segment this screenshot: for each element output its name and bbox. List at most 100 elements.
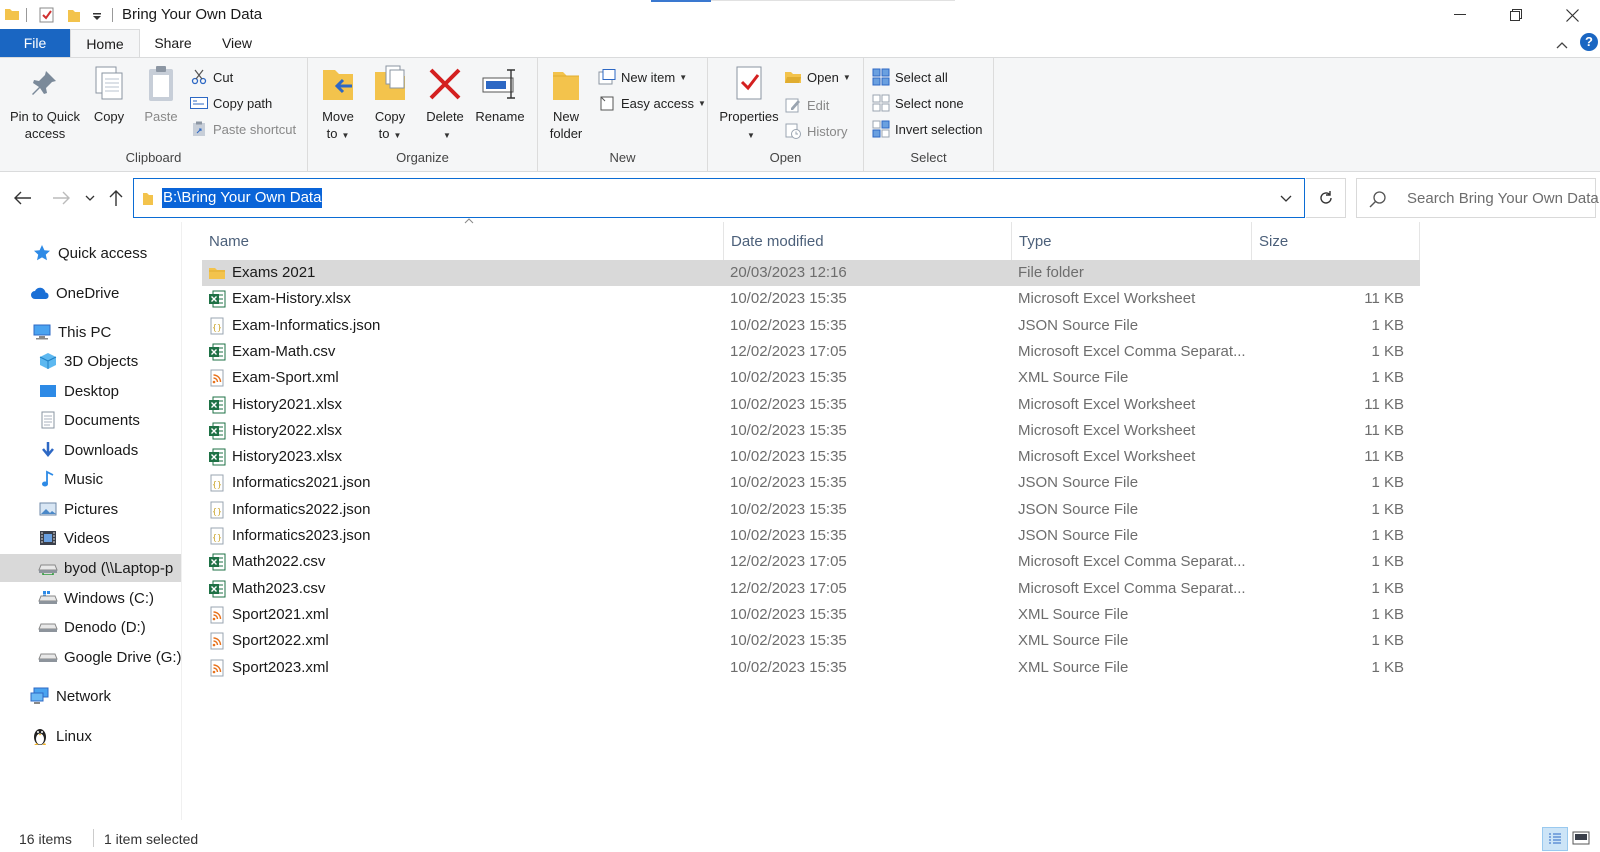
tab-view[interactable]: View [205,29,269,58]
nav-item-onedrive[interactable]: OneDrive [0,279,181,307]
nav-item-this-pc[interactable]: This PC [0,318,181,346]
table-row[interactable]: {} Exam-Informatics.json 10/02/2023 15:35 J… [202,313,1420,339]
recent-locations-button[interactable] [82,184,98,212]
column-header-date[interactable]: Date modified [724,222,1012,262]
table-row[interactable]: {} Informatics2021.json 10/02/2023 15:35 JS… [202,470,1420,496]
tab-home[interactable]: Home [70,29,140,58]
nav-item-quick-access[interactable]: Quick access [0,239,181,267]
column-header-size[interactable]: Size [1252,222,1420,262]
table-row[interactable]: Math2022.csv 12/02/2023 17:05 Microsoft Ex… [202,549,1420,575]
excel-icon [208,422,226,440]
select-all-button[interactable]: Select all [872,66,948,88]
minimize-button[interactable] [1432,0,1488,30]
details-view-button[interactable] [1542,827,1568,851]
rename-button[interactable]: Rename [472,62,528,125]
up-button[interactable] [104,184,128,212]
table-row[interactable]: Exams 2021 20/03/2023 12:16 File folder [202,260,1420,286]
search-input[interactable]: Search Bring Your Own Data [1356,178,1599,218]
caret-down-icon: ▼ [393,131,402,140]
nav-item-documents[interactable]: Documents [0,406,181,434]
properties-quick-icon[interactable] [38,6,56,24]
table-row[interactable]: Sport2021.xml 10/02/2023 15:35 XML Source … [202,602,1420,628]
refresh-button[interactable] [1306,178,1346,218]
copy-button[interactable]: Copy [88,62,130,125]
nav-item-label: Videos [64,529,110,547]
file-type: JSON Source File [1018,474,1139,492]
copy-to-button[interactable]: Copy to ▼ [368,62,412,144]
nav-item-network[interactable]: Network [0,682,181,710]
file-name: Exam-Sport.xml [232,369,339,387]
forward-button[interactable] [48,184,74,212]
cut-button[interactable]: Cut [190,66,233,88]
paste-shortcut-button[interactable]: Paste shortcut [190,118,296,140]
star-icon [32,244,52,262]
tab-file[interactable]: File [0,29,70,58]
delete-button[interactable]: Delete ▼ [422,62,468,144]
column-header-type[interactable]: Type [1012,222,1252,262]
invert-selection-button[interactable]: Invert selection [872,118,982,140]
nav-item-linux[interactable]: Linux [0,722,181,750]
navigation-pane: Quick access OneDrive This PC 3D Objects… [0,222,182,820]
large-icons-view-button[interactable] [1572,831,1590,848]
table-row[interactable]: {} Informatics2023.json 10/02/2023 15:35 JS… [202,523,1420,549]
file-date: 10/02/2023 15:35 [730,369,847,387]
file-type: JSON Source File [1018,527,1139,544]
history-button[interactable]: History [784,120,847,142]
new-folder-quick-icon[interactable] [66,6,82,24]
table-row[interactable]: Exam-Sport.xml 10/02/2023 15:35 XML Source… [202,365,1420,391]
nav-item-music[interactable]: Music [0,465,181,493]
easy-access-icon [598,95,616,111]
pin-quick-access-button[interactable]: Pin to Quick access [6,62,84,142]
easy-access-button[interactable]: Easy access ▼ [598,92,706,114]
paste-shortcut-icon [190,121,208,137]
select-none-label: Select none [895,95,964,111]
nav-item-windows-c[interactable]: Windows (C:) [0,584,181,612]
edit-button[interactable]: Edit [784,94,829,116]
select-none-button[interactable]: Select none [872,92,964,114]
table-row[interactable]: History2023.xlsx 10/02/2023 15:35 Microsof… [202,444,1420,470]
file-size: 11 KB [1364,448,1404,466]
nav-item-label: Documents [64,411,140,429]
nav-item-byod[interactable]: byod (\\Laptop-p [0,554,181,582]
table-row[interactable]: Sport2023.xml 10/02/2023 15:35 XML Source … [202,655,1420,681]
nav-item-downloads[interactable]: Downloads [0,436,181,464]
column-header-name[interactable]: Name [202,222,724,262]
table-row[interactable]: Sport2022.xml 10/02/2023 15:35 XML Source … [202,628,1420,654]
file-type: JSON Source File [1018,500,1139,518]
table-row[interactable]: {} Informatics2022.json 10/02/2023 15:35 JS… [202,497,1420,523]
invert-selection-label: Invert selection [895,121,983,137]
back-button[interactable] [10,184,36,212]
file-name: Math2023.csv [232,579,326,597]
move-to-button[interactable]: Move to ▼ [316,62,360,144]
table-row[interactable]: History2021.xlsx 10/02/2023 15:35 Microsof… [202,392,1420,418]
open-button[interactable]: Open ▼ [784,66,851,88]
nav-item-3d-objects[interactable]: 3D Objects [0,347,181,375]
close-button[interactable] [1544,0,1600,30]
address-path[interactable]: B:\Bring Your Own Data [162,188,323,208]
nav-item-videos[interactable]: Videos [0,524,181,552]
properties-button[interactable]: Properties ▼ [718,62,780,144]
nav-item-pictures[interactable]: Pictures [0,495,181,523]
address-bar[interactable]: B:\Bring Your Own Data [133,178,1305,218]
table-row[interactable]: Math2023.csv 12/02/2023 17:05 Microsoft Ex… [202,576,1420,602]
customize-quick-access-icon[interactable] [92,9,102,27]
minimize-ribbon-icon[interactable] [1556,36,1568,52]
new-item-button[interactable]: New item ▼ [598,66,687,88]
paste-button[interactable]: Paste [138,62,184,125]
address-dropdown-icon[interactable] [1280,190,1292,206]
restore-button[interactable] [1488,0,1544,30]
new-folder-button[interactable]: New folder [544,62,588,142]
table-row[interactable]: Exam-History.xlsx 10/02/2023 15:35 Microso… [202,286,1420,312]
help-icon[interactable]: ? [1580,33,1598,51]
table-row[interactable]: Exam-Math.csv 12/02/2023 17:05 Microsoft E… [202,339,1420,365]
file-size [1242,260,1404,286]
table-row[interactable]: History2022.xlsx 10/02/2023 15:35 Microsof… [202,418,1420,444]
copy-path-button[interactable]: Copy path [190,92,272,114]
nav-item-desktop[interactable]: Desktop [0,377,181,405]
file-name: Exams 2021 [232,264,316,281]
file-date: 10/02/2023 15:35 [730,632,847,650]
nav-item-denodo-d[interactable]: Denodo (D:) [0,613,181,641]
tab-share[interactable]: Share [141,29,205,58]
nav-item-google-drive-g[interactable]: Google Drive (G:) [0,643,181,671]
rename-icon [480,62,520,106]
